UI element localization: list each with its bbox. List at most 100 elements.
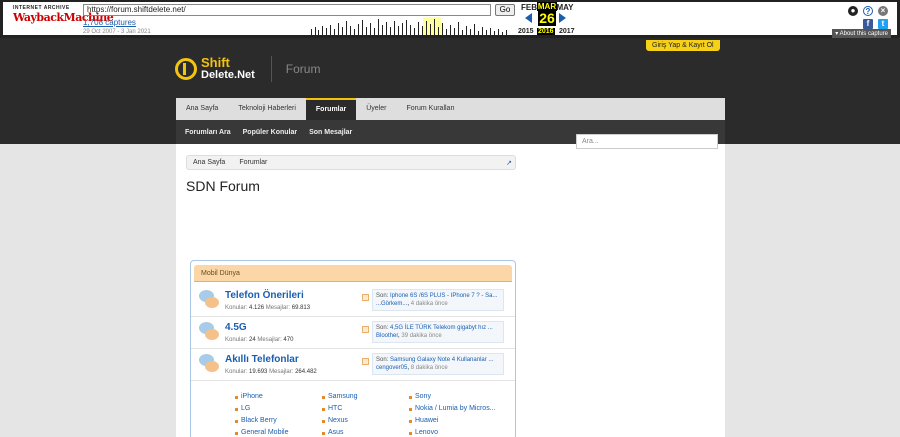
subforum-link[interactable]: Black Berry (235, 417, 277, 424)
subforum-link[interactable]: Nokia / Lumia by Micros... (409, 405, 496, 412)
user-icon[interactable]: ● (848, 6, 858, 16)
wayback-go-button[interactable]: Go (495, 4, 515, 16)
forum-stats: Konular: 4.126 Mesajlar: 69.813 (225, 305, 310, 311)
forum-title[interactable]: 4.5G (225, 322, 247, 333)
last-post: Son: Iphone 6S /6S PLUS - IPhone 7 ? - S… (372, 289, 504, 311)
navigation: Ana Sayfa Teknoloji Haberleri Forumlar Ü… (0, 96, 900, 144)
last-post-label: Son: (376, 357, 389, 363)
last-post-title[interactable]: Iphone 6S /6S PLUS - IPhone 7 ? - Sa... (390, 293, 497, 299)
main-tabs: Ana Sayfa Teknoloji Haberleri Forumlar Ü… (176, 98, 725, 120)
last-post: Son: Samsung Galaxy Note 4 Kullananlar .… (372, 353, 504, 375)
logo-text: Shift Delete.Net (201, 55, 255, 81)
messages-count: 470 (283, 337, 294, 343)
tab-members[interactable]: Üyeler (356, 98, 396, 120)
site-header: Giriş Yap & Kayıt Ol Shift Delete.Net Fo… (0, 38, 900, 96)
wayback-month-prev[interactable]: FEB (519, 3, 539, 12)
category-box: Mobil Dünya Telefon Önerileri Konular: 4… (190, 260, 516, 437)
wayback-sparkline[interactable] (311, 17, 511, 35)
last-post: Son: 4,5G İLE TÜRK Telekom gigabyt hız .… (372, 321, 504, 343)
twitter-icon[interactable]: t (878, 19, 888, 29)
logo-line2: Delete.Net (201, 69, 255, 81)
logo-divider (270, 56, 272, 82)
facebook-icon[interactable]: f (863, 19, 873, 29)
logo-mark-icon (175, 58, 197, 80)
forum-bubbles-icon (199, 290, 219, 310)
rss-icon[interactable] (362, 294, 369, 301)
wayback-date-range: 29 Oct 2007 - 3 Jan 2021 (83, 29, 151, 35)
close-icon[interactable]: × (878, 6, 888, 16)
last-post-user[interactable]: Bloother (376, 333, 398, 339)
category-header[interactable]: Mobil Dünya (194, 265, 512, 282)
subforum-link[interactable]: Nexus (322, 417, 348, 424)
breadcrumb-forums[interactable]: Forumlar (239, 159, 267, 166)
about-capture-button[interactable]: ▾ About this capture (832, 29, 891, 38)
messages-label: Mesajlar: (265, 305, 291, 311)
wayback-logo-main: WaybackMachine (13, 11, 114, 24)
subforum-link[interactable]: LG (235, 405, 250, 412)
breadcrumb-home[interactable]: Ana Sayfa (193, 159, 225, 166)
threads-label: Konular: (225, 337, 248, 343)
tab-forum-rules[interactable]: Forum Kuralları (396, 98, 464, 120)
messages-count: 264.482 (295, 369, 317, 375)
subforum-link[interactable]: Lenovo (409, 429, 438, 436)
subforum-link[interactable]: General Mobile (235, 429, 288, 436)
threads-label: Konular: (225, 305, 248, 311)
tab-tech-news[interactable]: Teknoloji Haberleri (228, 98, 306, 120)
messages-label: Mesajlar: (257, 337, 282, 343)
last-post-time: 39 dakika önce (401, 333, 442, 339)
login-register-button[interactable]: Giriş Yap & Kayıt Ol (646, 40, 720, 51)
section-title: Forum (285, 62, 321, 76)
wayback-year-prev[interactable]: 2015 (518, 28, 534, 35)
about-capture-label: About this capture (839, 31, 888, 37)
subforum-link[interactable]: Huawei (409, 417, 438, 424)
tab-home[interactable]: Ana Sayfa (176, 98, 228, 120)
logo-line1: Shift (201, 55, 230, 70)
forum-stats: Konular: 19.693 Mesajlar: 264.482 (225, 369, 317, 375)
wayback-logo[interactable]: INTERNET ARCHIVE WaybackMachine (13, 5, 114, 24)
wayback-url-input[interactable]: https://forum.shiftdelete.net/ (83, 4, 491, 16)
wayback-captures-link[interactable]: 1,708 captures (83, 18, 136, 27)
breadcrumb: Ana Sayfa Forumlar ↗ (186, 155, 516, 170)
help-icon[interactable]: ? (863, 6, 873, 16)
subforum-link[interactable]: Samsung (322, 393, 358, 400)
subforum-link[interactable]: Sony (409, 393, 431, 400)
wayback-current-day: 26 (538, 10, 556, 26)
forum-node: Akıllı Telefonlar Konular: 19.693 Mesajl… (191, 349, 515, 381)
threads-label: Konular: (225, 369, 248, 375)
subforum-link[interactable]: Asus (322, 429, 344, 436)
rss-icon[interactable] (362, 358, 369, 365)
threads-count: 24 (249, 337, 256, 343)
threads-count: 19.693 (249, 369, 268, 375)
last-post-user[interactable]: ...Görkem... (376, 301, 407, 307)
page-title: SDN Forum (186, 178, 260, 194)
forum-bubbles-icon (199, 322, 219, 342)
subforum-link[interactable]: iPhone (235, 393, 263, 400)
wayback-month-next[interactable]: MAY (555, 3, 575, 12)
subnav-recent-posts[interactable]: Son Mesajlar (309, 129, 352, 136)
subforum-link[interactable]: HTC (322, 405, 342, 412)
wayback-year-next[interactable]: 2017 (559, 28, 575, 35)
tab-forums[interactable]: Forumlar (305, 98, 357, 120)
forum-bubbles-icon (199, 354, 219, 374)
last-post-user[interactable]: cengover05 (376, 365, 407, 371)
last-post-label: Son: (376, 325, 389, 331)
site-logo[interactable]: Shift Delete.Net Forum (175, 55, 320, 83)
threads-count: 4.126 (249, 305, 265, 311)
rss-icon[interactable] (362, 326, 369, 333)
subnav-popular-threads[interactable]: Popüler Konular (243, 129, 297, 136)
search-input[interactable]: Ara... (576, 134, 718, 149)
forum-title[interactable]: Telefon Önerileri (225, 290, 304, 301)
last-post-label: Son: (376, 293, 389, 299)
forum-title[interactable]: Akıllı Telefonlar (225, 354, 299, 365)
subnav-search-forums[interactable]: Forumları Ara (185, 129, 231, 136)
wayback-next-arrow-icon[interactable] (559, 13, 566, 23)
jump-arrow-icon[interactable]: ↗ (506, 159, 512, 167)
last-post-title[interactable]: 4,5G İLE TÜRK Telekom gigabyt hız ... (390, 325, 493, 331)
last-post-time: 8 dakika önce (410, 365, 448, 371)
wayback-prev-arrow-icon[interactable] (525, 13, 532, 23)
forum-stats: Konular: 24 Mesajlar: 470 (225, 337, 293, 343)
last-post-time: 4 dakika önce (410, 301, 448, 307)
last-post-title[interactable]: Samsung Galaxy Note 4 Kullananlar ... (390, 357, 493, 363)
wayback-toolbar: INTERNET ARCHIVE WaybackMachine https://… (0, 0, 900, 38)
forum-node: 4.5G Konular: 24 Mesajlar: 470 Son: 4,5G… (191, 317, 515, 349)
